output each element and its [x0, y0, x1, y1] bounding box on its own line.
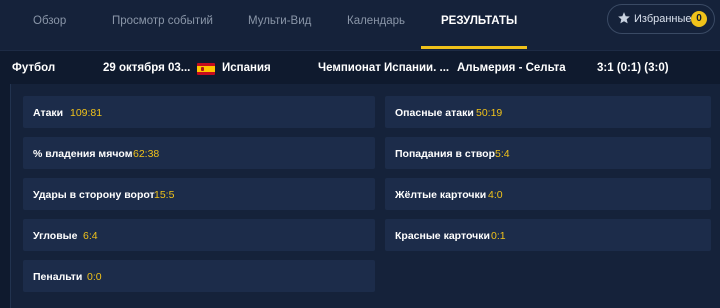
- tab-calendar[interactable]: Календарь: [347, 0, 405, 50]
- stat-value: 5:4: [495, 148, 510, 160]
- stat-label: Попадания в створ: [395, 148, 495, 160]
- stat-label: Угловые: [33, 230, 78, 242]
- favorites-label: Избранные: [634, 13, 692, 25]
- stat-label: Красные карточки: [395, 230, 490, 242]
- stat-label: Жёлтые карточки: [395, 189, 487, 201]
- tab-overview[interactable]: Обзор: [33, 0, 66, 50]
- stat-value: 50:19: [476, 107, 503, 119]
- tab-event-view[interactable]: Просмотр событий: [112, 0, 213, 50]
- active-tab-indicator: [421, 46, 527, 49]
- statistics-panel: Атаки 109:81 % владения мячом 62:38 Удар…: [10, 84, 720, 308]
- stat-possession: % владения мячом 62:38: [23, 137, 375, 169]
- sport-name: Футбол: [12, 62, 56, 74]
- stat-penalties: Пенальти 0:0: [23, 260, 375, 292]
- stat-shots-on-target: Попадания в створ 5:4: [385, 137, 711, 169]
- stat-value: 0:1: [491, 230, 506, 242]
- match-date: 29 октября 03...: [103, 62, 191, 74]
- stat-red-cards: Красные карточки 0:1: [385, 219, 711, 251]
- stat-dangerous-attacks: Опасные атаки 50:19: [385, 96, 711, 128]
- stat-label: % владения мячом: [33, 148, 133, 160]
- favorites-button[interactable]: Избранные 0: [607, 4, 715, 34]
- stat-label: Опасные атаки: [395, 107, 474, 119]
- star-icon: [618, 12, 630, 24]
- league-name: Чемпионат Испании. ...: [318, 62, 450, 74]
- stat-value: 0:0: [87, 271, 102, 283]
- stat-value: 15:5: [154, 189, 175, 201]
- top-navigation: Обзор Просмотр событий Мульти-Вид Календ…: [0, 0, 720, 50]
- stat-attacks: Атаки 109:81: [23, 96, 375, 128]
- stat-value: 4:0: [488, 189, 503, 201]
- favorites-count-badge: 0: [691, 11, 707, 27]
- stat-label: Атаки: [33, 107, 64, 119]
- stat-label: Пенальти: [33, 271, 83, 283]
- stat-value: 109:81: [70, 107, 103, 119]
- stat-shots-towards-goal: Удары в сторону ворот 15:5: [23, 178, 375, 210]
- stat-label: Удары в сторону ворот: [33, 189, 155, 201]
- stat-yellow-cards: Жёлтые карточки 4:0: [385, 178, 711, 210]
- stat-corners: Угловые 6:4: [23, 219, 375, 251]
- stat-value: 62:38: [133, 148, 160, 160]
- tab-multi-view[interactable]: Мульти-Вид: [248, 0, 311, 50]
- match-score: 3:1 (0:1) (3:0): [597, 62, 669, 74]
- stat-value: 6:4: [83, 230, 98, 242]
- match-info-row[interactable]: Футбол 29 октября 03... Испания Чемпиона…: [0, 50, 720, 82]
- country-name: Испания: [222, 62, 271, 74]
- teams-name: Альмерия - Сельта: [457, 62, 566, 74]
- tab-results[interactable]: РЕЗУЛЬТАТЫ: [441, 0, 517, 50]
- spain-flag-icon: [197, 63, 215, 75]
